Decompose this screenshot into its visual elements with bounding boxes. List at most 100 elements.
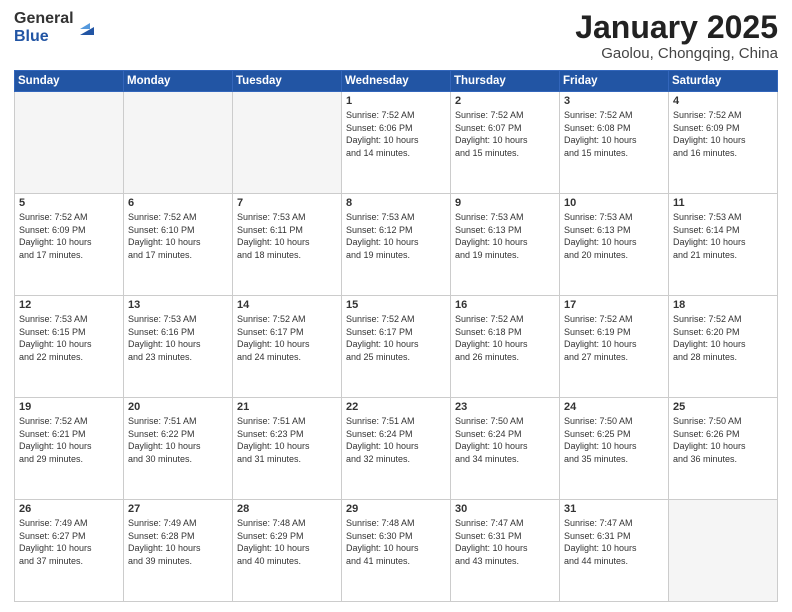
table-cell: 28 Sunrise: 7:48 AMSunset: 6:29 PMDayligh… [233,500,342,602]
table-cell [15,92,124,194]
cell-details: Sunrise: 7:51 AMSunset: 6:22 PMDaylight:… [128,415,228,465]
table-cell: 15Sunrise: 7:52 AMSunset: 6:17 PMDayligh… [342,296,451,398]
day-number: 4 [673,95,773,107]
table-cell: 20 Sunrise: 7:51 AMSunset: 6:22 PMDayligh… [124,398,233,500]
cell-details: Sunrise: 7:52 AMSunset: 6:20 PMDaylight:… [673,313,773,363]
page: General Blue January 2025 Gaolou, Chongq… [0,0,792,612]
logo-general: General [14,10,74,28]
day-number: 24 [564,401,664,413]
table-cell: 17 Sunrise: 7:52 AMSunset: 6:19 PMDayligh… [560,296,669,398]
day-number: 31 [564,503,664,515]
table-cell: 21 Sunrise: 7:51 AMSunset: 6:23 PMDayligh… [233,398,342,500]
table-cell: 24 Sunrise: 7:50 AMSunset: 6:25 PMDayligh… [560,398,669,500]
day-number: 1 [346,95,446,107]
table-cell: 9 Sunrise: 7:53 AMSunset: 6:13 PMDaylight… [451,194,560,296]
week-row-3: 12 Sunrise: 7:53 AMSunset: 6:15 PMDayligh… [15,296,778,398]
cell-details: Sunrise: 7:53 AMSunset: 6:11 PMDaylight:… [237,211,337,261]
day-number: 17 [564,299,664,311]
cell-details: Sunrise: 7:53 AMSunset: 6:16 PMDaylight:… [128,313,228,363]
table-cell: 2Sunrise: 7:52 AMSunset: 6:07 PMDaylight… [451,92,560,194]
day-number: 23 [455,401,555,413]
logo: General Blue [14,10,98,45]
header-wednesday: Wednesday [342,71,451,92]
table-cell: 1 Sunrise: 7:52 AMSunset: 6:06 PMDaylight… [342,92,451,194]
day-number: 14 [237,299,337,311]
cell-details: Sunrise: 7:51 AMSunset: 6:23 PMDaylight:… [237,415,337,465]
header-saturday: Saturday [669,71,778,92]
table-cell: 30Sunrise: 7:47 AMSunset: 6:31 PMDayligh… [451,500,560,602]
title-block: January 2025 Gaolou, Chongqing, China [575,10,778,62]
week-row-2: 5 Sunrise: 7:52 AMSunset: 6:09 PMDaylight… [15,194,778,296]
cell-details: Sunrise: 7:53 AMSunset: 6:14 PMDaylight:… [673,211,773,261]
table-cell [233,92,342,194]
table-cell: 19 Sunrise: 7:52 AMSunset: 6:21 PMDayligh… [15,398,124,500]
cell-details: Sunrise: 7:50 AMSunset: 6:25 PMDaylight:… [564,415,664,465]
weekday-header-row: Sunday Monday Tuesday Wednesday Thursday… [15,71,778,92]
day-number: 2 [455,95,555,107]
day-number: 11 [673,197,773,209]
month-title: January 2025 [575,10,778,45]
cell-details: Sunrise: 7:53 AMSunset: 6:13 PMDaylight:… [455,211,555,261]
table-cell: 23 Sunrise: 7:50 AMSunset: 6:24 PMDayligh… [451,398,560,500]
cell-details: Sunrise: 7:52 AMSunset: 6:17 PMDaylight:… [346,313,446,363]
table-cell: 14 Sunrise: 7:52 AMSunset: 6:17 PMDayligh… [233,296,342,398]
cell-details: Sunrise: 7:51 AMSunset: 6:24 PMDaylight:… [346,415,446,465]
day-number: 28 [237,503,337,515]
day-number: 9 [455,197,555,209]
table-cell: 4 Sunrise: 7:52 AMSunset: 6:09 PMDaylight… [669,92,778,194]
table-cell: 6 Sunrise: 7:52 AMSunset: 6:10 PMDaylight… [124,194,233,296]
table-cell: 12 Sunrise: 7:53 AMSunset: 6:15 PMDayligh… [15,296,124,398]
day-number: 22 [346,401,446,413]
week-row-1: 1 Sunrise: 7:52 AMSunset: 6:06 PMDaylight… [15,92,778,194]
table-cell: 16Sunrise: 7:52 AMSunset: 6:18 PMDayligh… [451,296,560,398]
cell-details: Sunrise: 7:52 AMSunset: 6:19 PMDaylight:… [564,313,664,363]
day-number: 3 [564,95,664,107]
cell-details: Sunrise: 7:48 AMSunset: 6:30 PMDaylight:… [346,517,446,567]
cell-details: Sunrise: 7:52 AMSunset: 6:10 PMDaylight:… [128,211,228,261]
header: General Blue January 2025 Gaolou, Chongq… [14,10,778,62]
table-cell: 29 Sunrise: 7:48 AMSunset: 6:30 PMDayligh… [342,500,451,602]
day-number: 20 [128,401,228,413]
cell-details: Sunrise: 7:52 AMSunset: 6:06 PMDaylight:… [346,109,446,159]
table-cell: 10 Sunrise: 7:53 AMSunset: 6:13 PMDayligh… [560,194,669,296]
cell-details: Sunrise: 7:47 AMSunset: 6:31 PMDaylight:… [564,517,664,567]
header-monday: Monday [124,71,233,92]
cell-details: Sunrise: 7:52 AMSunset: 6:09 PMDaylight:… [673,109,773,159]
table-cell: 8Sunrise: 7:53 AMSunset: 6:12 PMDaylight… [342,194,451,296]
header-tuesday: Tuesday [233,71,342,92]
cell-details: Sunrise: 7:49 AMSunset: 6:28 PMDaylight:… [128,517,228,567]
cell-details: Sunrise: 7:47 AMSunset: 6:31 PMDaylight:… [455,517,555,567]
day-number: 27 [128,503,228,515]
day-number: 29 [346,503,446,515]
day-number: 21 [237,401,337,413]
table-cell: 5 Sunrise: 7:52 AMSunset: 6:09 PMDaylight… [15,194,124,296]
table-cell: 18Sunrise: 7:52 AMSunset: 6:20 PMDayligh… [669,296,778,398]
cell-details: Sunrise: 7:52 AMSunset: 6:09 PMDaylight:… [19,211,119,261]
table-cell: 31 Sunrise: 7:47 AMSunset: 6:31 PMDayligh… [560,500,669,602]
cell-details: Sunrise: 7:49 AMSunset: 6:27 PMDaylight:… [19,517,119,567]
cell-details: Sunrise: 7:52 AMSunset: 6:21 PMDaylight:… [19,415,119,465]
cell-details: Sunrise: 7:52 AMSunset: 6:08 PMDaylight:… [564,109,664,159]
day-number: 6 [128,197,228,209]
day-number: 16 [455,299,555,311]
cell-details: Sunrise: 7:48 AMSunset: 6:29 PMDaylight:… [237,517,337,567]
table-cell: 7 Sunrise: 7:53 AMSunset: 6:11 PMDaylight… [233,194,342,296]
day-number: 5 [19,197,119,209]
day-number: 7 [237,197,337,209]
table-cell [124,92,233,194]
day-number: 25 [673,401,773,413]
cell-details: Sunrise: 7:53 AMSunset: 6:15 PMDaylight:… [19,313,119,363]
header-thursday: Thursday [451,71,560,92]
calendar-table: Sunday Monday Tuesday Wednesday Thursday… [14,70,778,602]
cell-details: Sunrise: 7:50 AMSunset: 6:24 PMDaylight:… [455,415,555,465]
day-number: 19 [19,401,119,413]
table-cell: 26Sunrise: 7:49 AMSunset: 6:27 PMDayligh… [15,500,124,602]
day-number: 12 [19,299,119,311]
day-number: 10 [564,197,664,209]
day-number: 8 [346,197,446,209]
week-row-5: 26Sunrise: 7:49 AMSunset: 6:27 PMDayligh… [15,500,778,602]
table-cell: 3 Sunrise: 7:52 AMSunset: 6:08 PMDaylight… [560,92,669,194]
cell-details: Sunrise: 7:52 AMSunset: 6:17 PMDaylight:… [237,313,337,363]
cell-details: Sunrise: 7:53 AMSunset: 6:13 PMDaylight:… [564,211,664,261]
table-cell: 11 Sunrise: 7:53 AMSunset: 6:14 PMDayligh… [669,194,778,296]
